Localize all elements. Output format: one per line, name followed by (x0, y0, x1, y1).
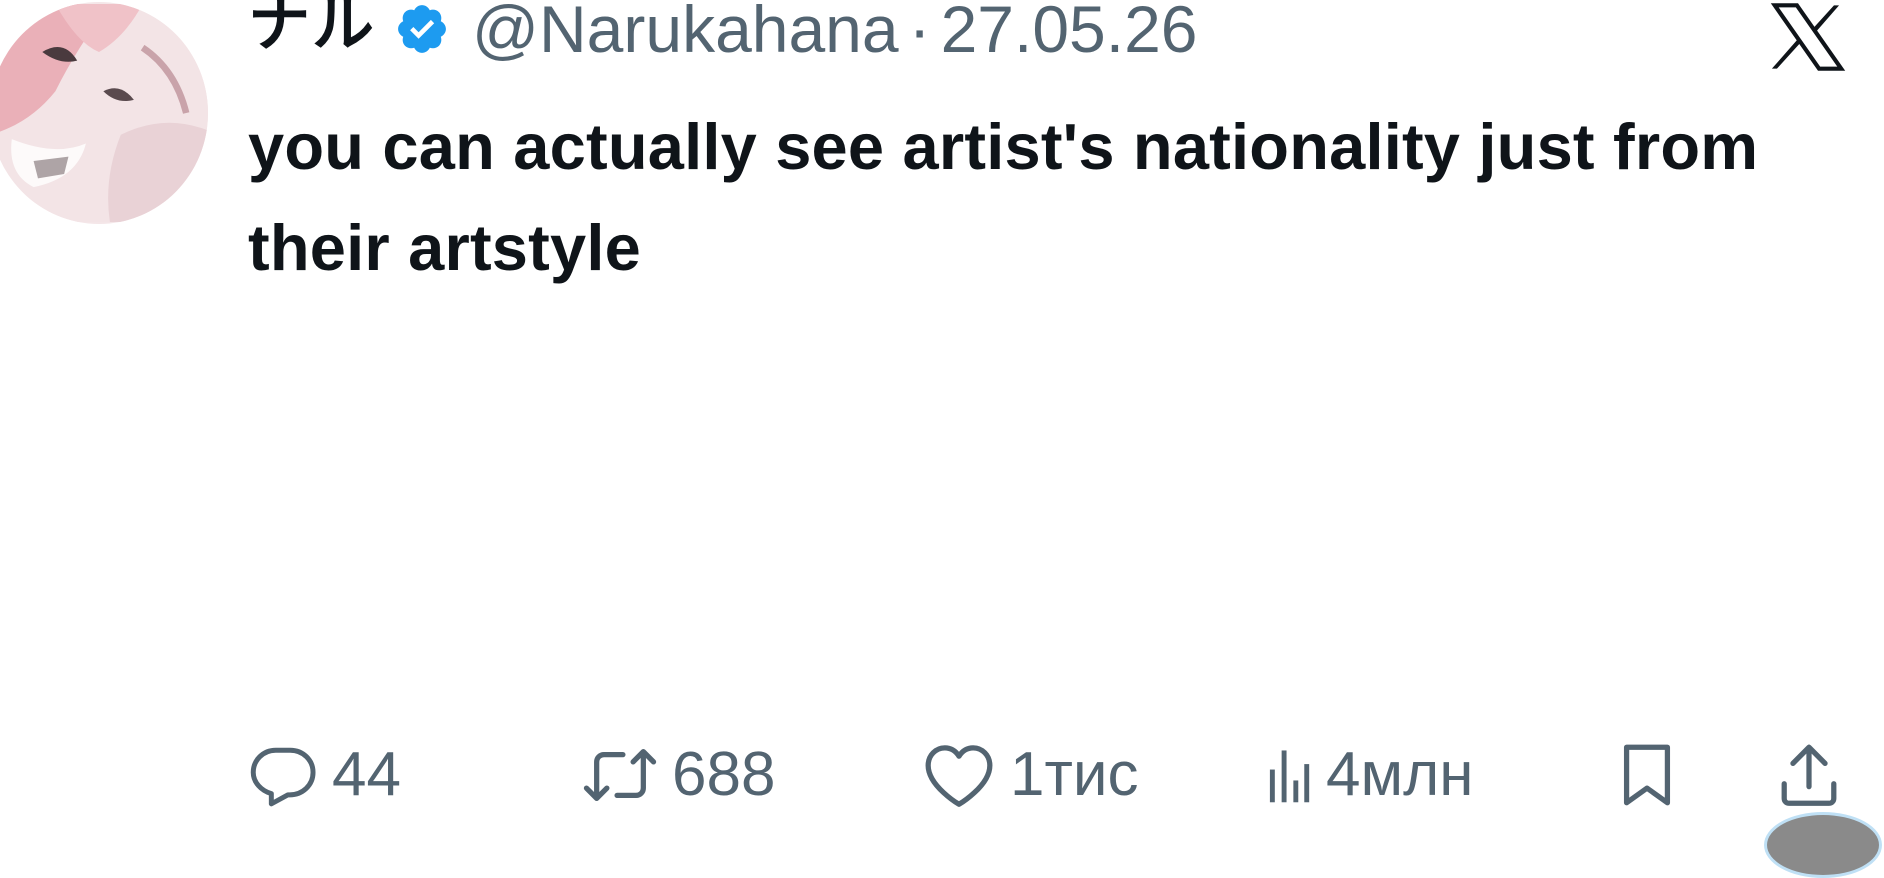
reply-icon (250, 747, 316, 807)
display-name[interactable]: ナル (248, 0, 376, 55)
tweet-card: ナル @Narukahana · 27.05.26 you can actual… (0, 0, 1884, 878)
retweet-icon (583, 749, 657, 801)
like-count: 1тис (1010, 740, 1139, 809)
bookmark-icon (1623, 744, 1671, 806)
views-count: 4млн (1326, 740, 1474, 809)
views-chart-icon (1269, 750, 1310, 803)
bookmark-button[interactable] (1616, 735, 1678, 815)
action-bar: 44 688 1тис 4млн (248, 735, 1848, 815)
separator-dot: · (908, 0, 931, 66)
tweet-header: ナル @Narukahana · 27.05.26 (248, 0, 1198, 70)
retweet-button[interactable]: 688 (582, 735, 775, 815)
author-handle[interactable]: @Narukahana (472, 0, 899, 62)
views-button[interactable]: 4млн (1266, 735, 1474, 815)
share-icon (1781, 744, 1837, 806)
like-button[interactable]: 1тис (922, 735, 1139, 815)
x-logo-icon (1770, 3, 1846, 71)
share-button[interactable] (1776, 735, 1842, 815)
reply-button[interactable]: 44 (248, 735, 401, 815)
retweet-count: 688 (672, 740, 776, 809)
verified-badge-icon (398, 5, 446, 53)
avatar[interactable] (0, 2, 208, 224)
heart-icon (925, 745, 993, 807)
tweet-text: you can actually see artist's nationalit… (248, 110, 1759, 284)
floating-overlay-button[interactable] (1764, 812, 1882, 878)
avatar-image (0, 4, 208, 222)
reply-count: 44 (332, 740, 401, 809)
post-date[interactable]: 27.05.26 (941, 0, 1198, 62)
